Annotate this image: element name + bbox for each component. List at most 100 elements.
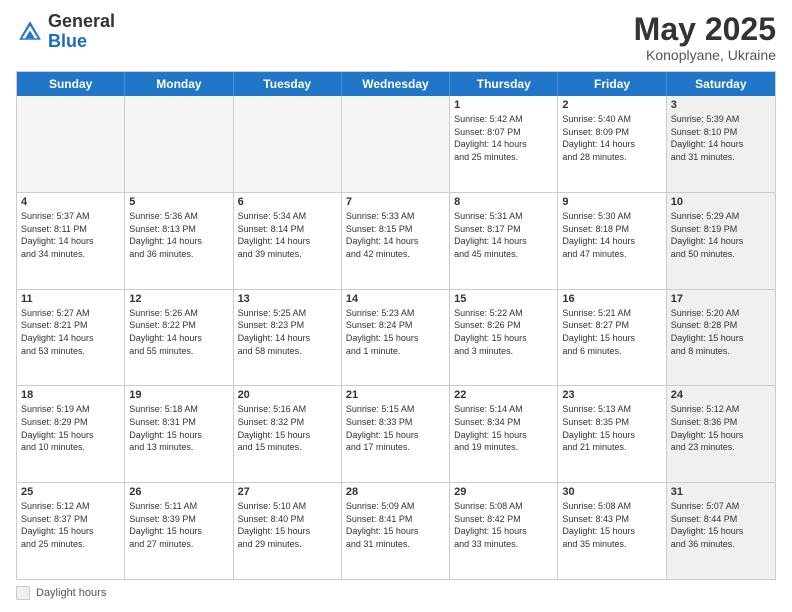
day-number: 23 bbox=[562, 389, 661, 401]
day-detail: Sunrise: 5:37 AM Sunset: 8:11 PM Dayligh… bbox=[21, 210, 120, 260]
day-number: 8 bbox=[454, 196, 553, 208]
calendar-cell bbox=[125, 96, 233, 192]
day-of-week-header: Thursday bbox=[450, 72, 558, 96]
calendar-row: 11 Sunrise: 5:27 AM Sunset: 8:21 PM Dayli… bbox=[17, 289, 775, 386]
day-detail: Sunrise: 5:25 AM Sunset: 8:23 PM Dayligh… bbox=[238, 307, 337, 357]
daylight-box bbox=[16, 586, 30, 600]
day-number: 21 bbox=[346, 389, 445, 401]
day-detail: Sunrise: 5:07 AM Sunset: 8:44 PM Dayligh… bbox=[671, 500, 771, 550]
calendar-cell: 2 Sunrise: 5:40 AM Sunset: 8:09 PM Daylig… bbox=[558, 96, 666, 192]
day-number: 19 bbox=[129, 389, 228, 401]
day-detail: Sunrise: 5:39 AM Sunset: 8:10 PM Dayligh… bbox=[671, 113, 771, 163]
day-number: 31 bbox=[671, 486, 771, 498]
day-number: 22 bbox=[454, 389, 553, 401]
calendar-cell: 5 Sunrise: 5:36 AM Sunset: 8:13 PM Daylig… bbox=[125, 193, 233, 289]
day-detail: Sunrise: 5:11 AM Sunset: 8:39 PM Dayligh… bbox=[129, 500, 228, 550]
calendar-body: 1 Sunrise: 5:42 AM Sunset: 8:07 PM Daylig… bbox=[17, 96, 775, 579]
page: General Blue May 2025 Konoplyane, Ukrain… bbox=[0, 0, 792, 612]
day-detail: Sunrise: 5:42 AM Sunset: 8:07 PM Dayligh… bbox=[454, 113, 553, 163]
day-number: 2 bbox=[562, 99, 661, 111]
calendar-cell: 14Sunrise: 5:23 AM Sunset: 8:24 PM Dayli… bbox=[342, 290, 450, 386]
day-detail: Sunrise: 5:20 AM Sunset: 8:28 PM Dayligh… bbox=[671, 307, 771, 357]
day-detail: Sunrise: 5:23 AM Sunset: 8:24 PM Dayligh… bbox=[346, 307, 445, 357]
day-detail: Sunrise: 5:30 AM Sunset: 8:18 PM Dayligh… bbox=[562, 210, 661, 260]
day-number: 6 bbox=[238, 196, 337, 208]
calendar-cell: 1 Sunrise: 5:42 AM Sunset: 8:07 PM Daylig… bbox=[450, 96, 558, 192]
day-detail: Sunrise: 5:08 AM Sunset: 8:43 PM Dayligh… bbox=[562, 500, 661, 550]
calendar-row: 1 Sunrise: 5:42 AM Sunset: 8:07 PM Daylig… bbox=[17, 96, 775, 192]
day-number: 10 bbox=[671, 196, 771, 208]
day-number: 17 bbox=[671, 293, 771, 305]
calendar-cell: 25 Sunrise: 5:12 AM Sunset: 8:37 PM Dayli… bbox=[17, 483, 125, 579]
calendar-cell: 13Sunrise: 5:25 AM Sunset: 8:23 PM Dayli… bbox=[234, 290, 342, 386]
calendar-cell: 22 Sunrise: 5:14 AM Sunset: 8:34 PM Dayli… bbox=[450, 386, 558, 482]
day-detail: Sunrise: 5:36 AM Sunset: 8:13 PM Dayligh… bbox=[129, 210, 228, 260]
calendar-cell: 8 Sunrise: 5:31 AM Sunset: 8:17 PM Daylig… bbox=[450, 193, 558, 289]
logo: General Blue bbox=[16, 12, 115, 52]
day-number: 5 bbox=[129, 196, 228, 208]
day-number: 20 bbox=[238, 389, 337, 401]
calendar-cell: 23 Sunrise: 5:13 AM Sunset: 8:35 PM Dayli… bbox=[558, 386, 666, 482]
calendar-cell: 4Sunrise: 5:37 AM Sunset: 8:11 PM Daylig… bbox=[17, 193, 125, 289]
day-detail: Sunrise: 5:18 AM Sunset: 8:31 PM Dayligh… bbox=[129, 403, 228, 453]
day-of-week-header: Wednesday bbox=[342, 72, 450, 96]
calendar-cell: 18 Sunrise: 5:19 AM Sunset: 8:29 PM Dayli… bbox=[17, 386, 125, 482]
day-number: 25 bbox=[21, 486, 120, 498]
day-number: 11 bbox=[21, 293, 120, 305]
day-detail: Sunrise: 5:10 AM Sunset: 8:40 PM Dayligh… bbox=[238, 500, 337, 550]
day-number: 1 bbox=[454, 99, 553, 111]
logo-icon bbox=[16, 18, 44, 46]
calendar-cell: 27Sunrise: 5:10 AM Sunset: 8:40 PM Dayli… bbox=[234, 483, 342, 579]
day-number: 15 bbox=[454, 293, 553, 305]
calendar-row: 18 Sunrise: 5:19 AM Sunset: 8:29 PM Dayli… bbox=[17, 385, 775, 482]
calendar-cell: 3 Sunrise: 5:39 AM Sunset: 8:10 PM Daylig… bbox=[667, 96, 775, 192]
calendar-cell: 16Sunrise: 5:21 AM Sunset: 8:27 PM Dayli… bbox=[558, 290, 666, 386]
day-detail: Sunrise: 5:27 AM Sunset: 8:21 PM Dayligh… bbox=[21, 307, 120, 357]
day-number: 16 bbox=[562, 293, 661, 305]
day-detail: Sunrise: 5:33 AM Sunset: 8:15 PM Dayligh… bbox=[346, 210, 445, 260]
title-month: May 2025 bbox=[634, 12, 776, 47]
day-detail: Sunrise: 5:13 AM Sunset: 8:35 PM Dayligh… bbox=[562, 403, 661, 453]
calendar-cell: 20Sunrise: 5:16 AM Sunset: 8:32 PM Dayli… bbox=[234, 386, 342, 482]
day-number: 3 bbox=[671, 99, 771, 111]
day-detail: Sunrise: 5:22 AM Sunset: 8:26 PM Dayligh… bbox=[454, 307, 553, 357]
day-number: 18 bbox=[21, 389, 120, 401]
day-detail: Sunrise: 5:12 AM Sunset: 8:37 PM Dayligh… bbox=[21, 500, 120, 550]
day-number: 28 bbox=[346, 486, 445, 498]
calendar-cell: 21Sunrise: 5:15 AM Sunset: 8:33 PM Dayli… bbox=[342, 386, 450, 482]
calendar-row: 4Sunrise: 5:37 AM Sunset: 8:11 PM Daylig… bbox=[17, 192, 775, 289]
calendar-row: 25 Sunrise: 5:12 AM Sunset: 8:37 PM Dayli… bbox=[17, 482, 775, 579]
day-detail: Sunrise: 5:14 AM Sunset: 8:34 PM Dayligh… bbox=[454, 403, 553, 453]
day-number: 9 bbox=[562, 196, 661, 208]
day-of-week-header: Monday bbox=[125, 72, 233, 96]
footer: Daylight hours bbox=[16, 586, 776, 600]
calendar-cell: 19 Sunrise: 5:18 AM Sunset: 8:31 PM Dayli… bbox=[125, 386, 233, 482]
calendar-cell: 15 Sunrise: 5:22 AM Sunset: 8:26 PM Dayli… bbox=[450, 290, 558, 386]
day-detail: Sunrise: 5:12 AM Sunset: 8:36 PM Dayligh… bbox=[671, 403, 771, 453]
calendar: SundayMondayTuesdayWednesdayThursdayFrid… bbox=[16, 71, 776, 580]
day-detail: Sunrise: 5:09 AM Sunset: 8:41 PM Dayligh… bbox=[346, 500, 445, 550]
calendar-cell: 30 Sunrise: 5:08 AM Sunset: 8:43 PM Dayli… bbox=[558, 483, 666, 579]
day-number: 29 bbox=[454, 486, 553, 498]
day-number: 12 bbox=[129, 293, 228, 305]
calendar-cell: 31 Sunrise: 5:07 AM Sunset: 8:44 PM Dayli… bbox=[667, 483, 775, 579]
day-number: 7 bbox=[346, 196, 445, 208]
daylight-label: Daylight hours bbox=[36, 587, 106, 599]
day-of-week-header: Sunday bbox=[17, 72, 125, 96]
calendar-cell: 6 Sunrise: 5:34 AM Sunset: 8:14 PM Daylig… bbox=[234, 193, 342, 289]
day-number: 26 bbox=[129, 486, 228, 498]
calendar-header-row: SundayMondayTuesdayWednesdayThursdayFrid… bbox=[17, 72, 775, 96]
calendar-cell: 17 Sunrise: 5:20 AM Sunset: 8:28 PM Dayli… bbox=[667, 290, 775, 386]
calendar-cell: 7 Sunrise: 5:33 AM Sunset: 8:15 PM Daylig… bbox=[342, 193, 450, 289]
calendar-cell bbox=[342, 96, 450, 192]
calendar-cell: 11 Sunrise: 5:27 AM Sunset: 8:21 PM Dayli… bbox=[17, 290, 125, 386]
day-detail: Sunrise: 5:19 AM Sunset: 8:29 PM Dayligh… bbox=[21, 403, 120, 453]
calendar-cell: 12Sunrise: 5:26 AM Sunset: 8:22 PM Dayli… bbox=[125, 290, 233, 386]
calendar-cell bbox=[17, 96, 125, 192]
day-detail: Sunrise: 5:31 AM Sunset: 8:17 PM Dayligh… bbox=[454, 210, 553, 260]
day-detail: Sunrise: 5:34 AM Sunset: 8:14 PM Dayligh… bbox=[238, 210, 337, 260]
title-location: Konoplyane, Ukraine bbox=[634, 47, 776, 63]
day-detail: Sunrise: 5:40 AM Sunset: 8:09 PM Dayligh… bbox=[562, 113, 661, 163]
day-number: 30 bbox=[562, 486, 661, 498]
day-detail: Sunrise: 5:08 AM Sunset: 8:42 PM Dayligh… bbox=[454, 500, 553, 550]
